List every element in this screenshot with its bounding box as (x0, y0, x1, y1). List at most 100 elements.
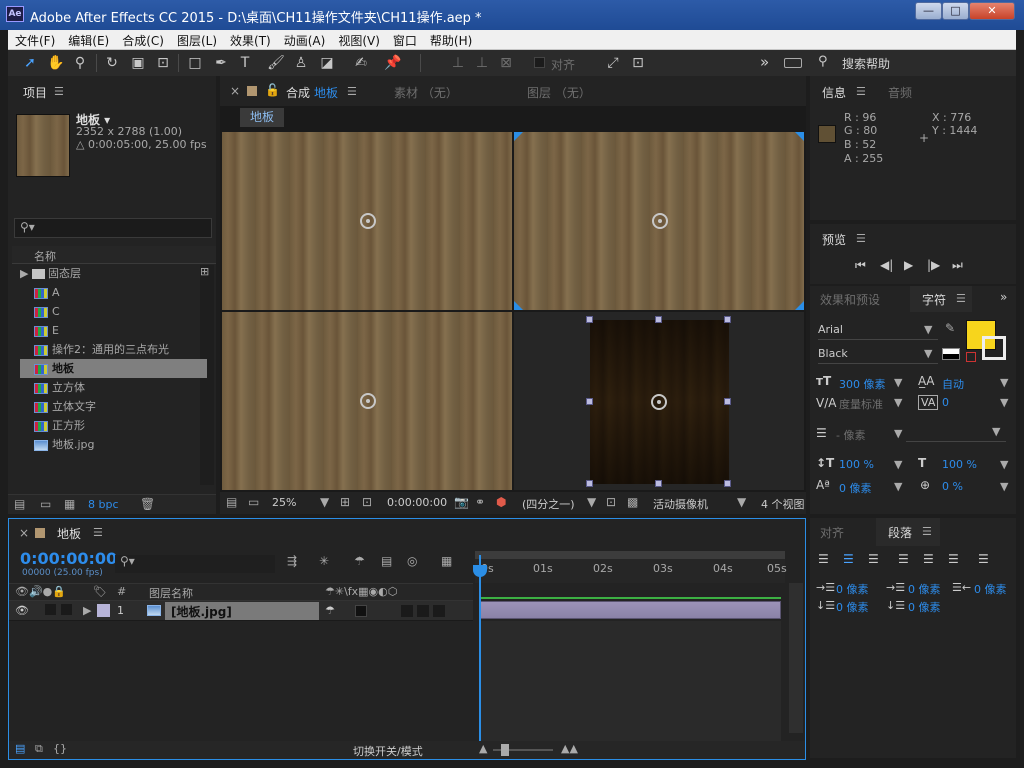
view-axis-icon[interactable]: ⊠ (496, 53, 516, 73)
comp-menu-icon[interactable]: ☰ (347, 85, 357, 98)
modes-icon[interactable]: ⧉ (35, 742, 43, 756)
frame-blending-icon[interactable]: ▤ (381, 554, 392, 568)
type-tool-icon[interactable]: T (235, 53, 255, 73)
work-area-bar[interactable] (475, 551, 785, 559)
snap-edges-icon[interactable]: ⤢ (603, 53, 623, 73)
world-axis-icon[interactable]: ⊥ (472, 53, 492, 73)
eyedropper-icon[interactable]: ✎ (945, 321, 955, 335)
list-item[interactable]: 正方形 (20, 416, 207, 435)
align-right-icon[interactable]: ☰ (868, 552, 879, 566)
label-color-swatch[interactable] (97, 604, 110, 617)
font-style-select[interactable]: Black ▼ (818, 346, 938, 364)
align-left-icon[interactable]: ☰ (818, 552, 829, 566)
more-panels-icon[interactable]: » (1000, 290, 1007, 304)
justify-all-icon[interactable]: ☰ (978, 552, 989, 566)
snap-features-icon[interactable]: ⊡ (628, 53, 648, 73)
playhead[interactable] (479, 555, 481, 741)
viewport-bottom-left[interactable] (222, 312, 512, 490)
chevron-down-icon[interactable]: ▼ (1000, 480, 1008, 493)
preview-menu-icon[interactable]: ☰ (856, 232, 866, 245)
tab-footage[interactable]: 素材 （无） (394, 84, 458, 101)
eraser-tool-icon[interactable]: ◪ (317, 53, 337, 73)
selection-tool-icon[interactable]: ➚ (20, 53, 40, 73)
expand-arrow-icon[interactable]: ▶ (20, 267, 28, 280)
tab-character[interactable]: 字符 (922, 291, 946, 308)
leading-value[interactable]: 自动 (942, 376, 964, 392)
menu-view[interactable]: 视图(V) (331, 30, 386, 49)
play-icon[interactable]: ▶ (904, 258, 913, 272)
list-item[interactable]: A (20, 283, 207, 302)
mask-visibility-icon[interactable]: ⊡ (362, 495, 372, 509)
draft-3d-icon[interactable]: ✳ (319, 554, 329, 568)
maximize-button[interactable]: □ (942, 2, 969, 20)
rectangle-tool-icon[interactable]: □ (185, 53, 205, 73)
tab-composition-name[interactable]: 地板 (314, 84, 338, 101)
menu-animation[interactable]: 动画(A) (277, 30, 332, 49)
space-after-value[interactable]: 0 像素 (908, 599, 941, 615)
anchor-point-icon[interactable] (360, 393, 376, 409)
zoom-tool-icon[interactable]: ⚲ (70, 53, 90, 73)
column-name-label[interactable]: 名称 (34, 248, 56, 264)
rotate-tool-icon[interactable]: ↻ (102, 53, 122, 73)
info-menu-icon[interactable]: ☰ (856, 85, 866, 98)
baseline-shift-value[interactable]: 0 像素 (839, 480, 872, 496)
chevron-down-icon[interactable]: ▼ (1000, 376, 1008, 389)
justify-right-icon[interactable]: ☰ (948, 552, 959, 566)
views-select[interactable]: 4 个视图 (761, 496, 805, 512)
tracking-value[interactable]: 0 (942, 396, 949, 409)
font-family-select[interactable]: Arial ▼ (818, 322, 938, 340)
clone-stamp-tool-icon[interactable]: ♙ (291, 53, 311, 73)
menu-composition[interactable]: 合成(C) (115, 30, 170, 49)
roto-brush-tool-icon[interactable]: ✍ (351, 53, 371, 73)
close-tab-icon[interactable]: × (230, 84, 240, 98)
anchor-point-icon[interactable] (651, 394, 667, 410)
tab-info[interactable]: 信息 (822, 84, 846, 101)
menu-window[interactable]: 窗口 (386, 30, 423, 49)
first-frame-icon[interactable]: ⏮ (855, 258, 866, 273)
project-tab[interactable]: 项目 (23, 84, 47, 101)
pen-tool-icon[interactable]: ✒ (211, 53, 231, 73)
anchor-point-icon[interactable] (360, 213, 376, 229)
region-of-interest-icon[interactable]: ⊡ (606, 495, 616, 509)
list-item[interactable]: E (20, 321, 207, 340)
channels-icon[interactable]: ⬢ (496, 495, 506, 509)
list-item[interactable]: 立体文字 (20, 397, 207, 416)
shy-layers-icon[interactable]: ☂ (354, 554, 365, 568)
pan-behind-tool-icon[interactable]: ⊡ (153, 53, 173, 73)
justify-left-icon[interactable]: ☰ (898, 552, 909, 566)
close-button[interactable]: ✕ (969, 2, 1015, 20)
shy-switch-icon[interactable]: ☂ (325, 604, 335, 617)
menu-file[interactable]: 文件(F) (8, 30, 61, 49)
align-center-icon[interactable]: ☰ (843, 552, 854, 566)
chevron-down-icon[interactable]: ▼ (1000, 458, 1008, 471)
layer-name-cell[interactable]: [地板.jpg] (165, 602, 319, 620)
zoom-slider-thumb[interactable] (501, 744, 509, 756)
space-before-value[interactable]: 0 像素 (836, 599, 869, 615)
layer-duration-bar[interactable] (479, 601, 781, 619)
anchor-point-icon[interactable] (652, 213, 668, 229)
show-snapshot-icon[interactable]: ⚭ (475, 495, 485, 509)
chevron-down-icon[interactable]: ▼ (894, 427, 902, 440)
tab-timeline-comp[interactable]: 地板 (57, 525, 81, 542)
menu-edit[interactable]: 编辑(E) (61, 30, 115, 49)
chevron-down-icon[interactable]: ▼ (737, 495, 746, 509)
tab-layer[interactable]: 图层 （无） (527, 84, 591, 101)
zoom-in-icon[interactable]: ▲▲ (561, 742, 578, 755)
column-layer-name[interactable]: 图层名称 (149, 585, 193, 601)
monitor-icon[interactable]: ▭ (248, 495, 259, 509)
chevron-down-icon[interactable]: ▼ (1000, 396, 1008, 409)
graph-editor-icon[interactable]: ▦ (441, 554, 452, 568)
snap-checkbox[interactable] (534, 57, 545, 68)
chevron-down-icon[interactable]: ▼ (894, 480, 902, 493)
chevron-down-icon[interactable]: ▼ (894, 396, 902, 409)
viewport-top-left[interactable] (222, 132, 512, 310)
viewport-top-right[interactable] (514, 132, 804, 310)
snapshot-camera-icon[interactable]: 📷 (454, 495, 469, 509)
horizontal-scale-value[interactable]: 100 % (942, 458, 977, 471)
table-row[interactable]: 👁 ▶ 1 [地板.jpg] ☂ (9, 601, 473, 621)
camera-select[interactable]: 活动摄像机 (653, 496, 708, 512)
breadcrumb[interactable]: 地板 (240, 108, 284, 127)
always-preview-icon[interactable]: ▤ (226, 495, 237, 509)
menu-help[interactable]: 帮助(H) (423, 30, 478, 49)
list-item[interactable]: 地板.jpg (20, 435, 207, 454)
